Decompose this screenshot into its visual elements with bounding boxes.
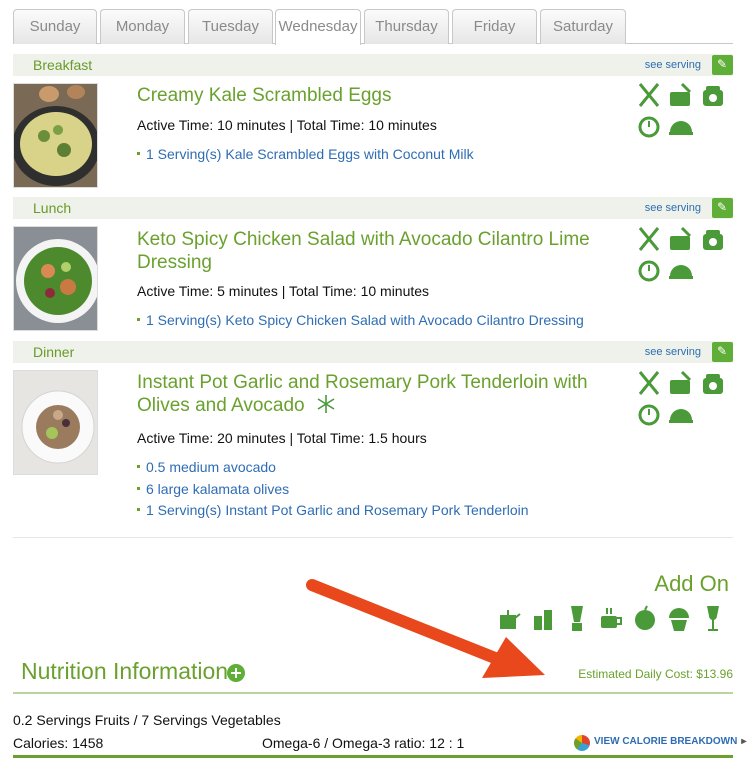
utensils-icon[interactable]: [636, 370, 662, 396]
tab-tuesday[interactable]: Tuesday: [188, 9, 273, 44]
tab-saturday[interactable]: Saturday: [540, 9, 626, 44]
slow-cooker-icon[interactable]: [700, 226, 726, 252]
recipe-photo-dinner[interactable]: [13, 370, 98, 475]
tab-wednesday[interactable]: Wednesday: [275, 9, 361, 45]
meal-header-breakfast: Breakfast see serving: [13, 54, 733, 76]
serving-cloche-icon[interactable]: [668, 112, 694, 138]
ingredient-item[interactable]: 1 Serving(s) Instant Pot Garlic and Rose…: [137, 502, 529, 518]
serving-cloche-icon[interactable]: [668, 256, 694, 282]
timer-icon[interactable]: [636, 256, 662, 282]
cupcake-icon[interactable]: [667, 604, 691, 632]
omega-ratio: Omega-6 / Omega-3 ratio: 12 : 1: [262, 735, 465, 751]
recipe-title[interactable]: Keto Spicy Chicken Salad with Avocado Ci…: [137, 228, 590, 274]
tab-sunday[interactable]: Sunday: [13, 9, 97, 44]
timer-icon[interactable]: [636, 400, 662, 426]
recipe-times: Active Time: 20 minutes | Total Time: 1.…: [137, 430, 427, 446]
cooking-pot-icon[interactable]: [668, 82, 694, 108]
meal-name: Lunch: [33, 200, 72, 216]
tab-friday[interactable]: Friday: [452, 9, 537, 44]
estimated-daily-cost: Estimated Daily Cost: $13.96: [578, 667, 733, 681]
pie-chart-icon: [574, 735, 590, 751]
nutrition-divider: [13, 692, 733, 694]
cooking-pot-icon[interactable]: [668, 226, 694, 252]
snowflake-icon: [317, 395, 335, 413]
day-tabs: Sunday Monday Tuesday Wednesday Thursday…: [13, 9, 733, 45]
servings-summary: 0.2 Servings Fruits / 7 Servings Vegetab…: [13, 712, 281, 728]
add-on-title: Add On: [654, 571, 729, 596]
slow-cooker-icon[interactable]: [700, 82, 726, 108]
meal-name: Dinner: [33, 344, 75, 360]
recipe-photo-breakfast[interactable]: [13, 83, 98, 188]
caret-right-icon: ▸: [741, 736, 747, 747]
recipe-photo-lunch[interactable]: [13, 226, 98, 331]
edit-icon[interactable]: [712, 342, 733, 362]
utensils-icon[interactable]: [636, 82, 662, 108]
edit-icon[interactable]: [712, 198, 733, 218]
blender-icon[interactable]: [565, 604, 589, 632]
edit-icon[interactable]: [712, 55, 733, 75]
section-divider: [13, 537, 733, 538]
expand-plus-icon[interactable]: [227, 664, 245, 682]
see-serving-link[interactable]: see serving: [645, 59, 701, 71]
recipe-times: Active Time: 5 minutes | Total Time: 10 …: [137, 283, 430, 299]
see-serving-link[interactable]: see serving: [645, 346, 701, 358]
recipe-times: Active Time: 10 minutes | Total Time: 10…: [137, 117, 437, 133]
slow-cooker-icon[interactable]: [700, 370, 726, 396]
ingredient-item[interactable]: 0.5 medium avocado: [137, 459, 276, 475]
ingredient-item[interactable]: 1 Serving(s) Keto Spicy Chicken Salad wi…: [137, 312, 584, 328]
serving-cloche-icon[interactable]: [668, 400, 694, 426]
utensils-icon[interactable]: [636, 226, 662, 252]
see-serving-link[interactable]: see serving: [645, 202, 701, 214]
recipe-title[interactable]: Instant Pot Garlic and Rosemary Pork Ten…: [137, 371, 588, 417]
wine-glass-icon[interactable]: [701, 604, 725, 632]
coffee-cup-icon[interactable]: [599, 604, 623, 632]
ingredient-item[interactable]: 1 Serving(s) Kale Scrambled Eggs with Co…: [137, 146, 474, 162]
ingredient-item[interactable]: 6 large kalamata olives: [137, 481, 289, 497]
annotation-arrow: [306, 579, 545, 678]
tab-monday[interactable]: Monday: [100, 9, 185, 44]
meal-header-lunch: Lunch see serving: [13, 197, 733, 219]
meal-header-dinner: Dinner see serving: [13, 341, 733, 363]
meal-name: Breakfast: [33, 57, 93, 73]
view-calorie-breakdown-link[interactable]: VIEW CALORIE BREAKDOWN ▸: [574, 735, 747, 751]
timer-icon[interactable]: [636, 112, 662, 138]
recipe-title[interactable]: Creamy Kale Scrambled Eggs: [137, 84, 392, 107]
tab-thursday[interactable]: Thursday: [364, 9, 449, 44]
nutrition-title: Nutrition Information: [21, 658, 229, 684]
bottom-divider: [13, 755, 733, 758]
cooking-pot-icon[interactable]: [668, 370, 694, 396]
calories-value: Calories: 1458: [13, 735, 104, 751]
apple-icon[interactable]: [633, 604, 657, 632]
